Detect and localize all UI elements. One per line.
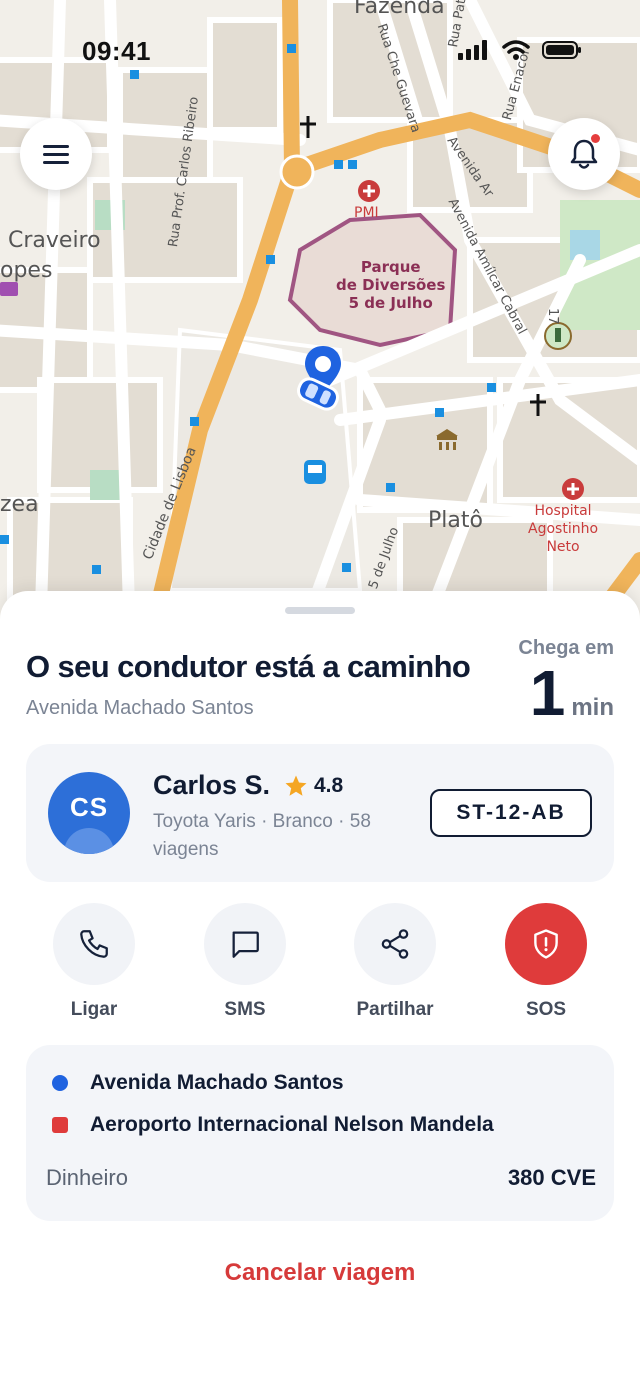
map-label-lopes: opes — [0, 258, 53, 283]
map-label-17: 17 — [545, 308, 560, 325]
avatar-silhouette — [64, 828, 114, 854]
driver-actions: Ligar SMS Partilhar SOS — [0, 903, 640, 1023]
destination-address: Aeroporto Internacional Nelson Mandela — [90, 1113, 494, 1136]
call-button-circle[interactable] — [53, 903, 135, 985]
vehicle-info: Toyota Yaris · Branco · 58 viagens — [153, 811, 371, 860]
payment-method: Dinheiro — [46, 1165, 128, 1190]
cancel-trip-button[interactable]: Cancelar viagem — [0, 1259, 640, 1287]
call-button[interactable]: Ligar — [34, 903, 154, 1021]
phone-icon — [80, 930, 108, 958]
sos-label: SOS — [525, 999, 567, 1020]
map-label-hospital: Hospital Agostinho Neto — [528, 503, 599, 555]
trip-status-title: O seu condutor está a caminho — [26, 649, 471, 684]
pickup-street: Avenida Machado Santos — [26, 697, 254, 719]
sms-button[interactable]: SMS — [185, 903, 305, 1021]
driver-rating: 4.8 — [284, 774, 343, 798]
driver-name: Carlos S. — [153, 770, 271, 800]
menu-button[interactable] — [20, 118, 92, 190]
shield-alert-icon — [534, 929, 558, 959]
share-button[interactable]: Partilhar — [335, 903, 455, 1021]
rating-value: 4.8 — [314, 774, 344, 797]
eta-unit: min — [571, 694, 614, 721]
star-icon — [285, 775, 307, 796]
license-plate: ST-12-AB — [430, 789, 592, 837]
status-bar: 09:41 — [0, 0, 640, 100]
origin-dot-icon — [52, 1075, 68, 1091]
eta-value: 1 — [529, 657, 566, 729]
origin-address: Avenida Machado Santos — [90, 1071, 344, 1094]
trip-price: 380 CVE — [507, 1165, 596, 1190]
sms-label: SMS — [224, 999, 266, 1020]
driver-car-icon — [297, 377, 339, 411]
destination-stop: Aeroporto Internacional Nelson Mandela — [52, 1113, 494, 1137]
notification-dot — [591, 134, 600, 143]
wifi-icon — [502, 40, 530, 60]
map-label-plato: Platô — [428, 508, 483, 533]
map-label-zea: zea — [0, 492, 39, 517]
share-button-circle[interactable] — [354, 903, 436, 985]
sms-button-circle[interactable] — [204, 903, 286, 985]
map-label-craveiro: Craveiro — [8, 228, 101, 253]
sos-button-circle[interactable] — [505, 903, 587, 985]
sos-button[interactable]: SOS — [486, 903, 606, 1021]
driver-card[interactable]: CS Carlos S. 4.8 Toyota Yaris · Branco ·… — [26, 744, 614, 882]
signal-icon — [458, 40, 487, 60]
message-icon — [232, 931, 259, 958]
status-time: 09:41 — [82, 36, 151, 66]
share-label: Partilhar — [356, 999, 434, 1020]
eta: 1 min — [530, 661, 614, 725]
destination-square-icon — [52, 1117, 68, 1133]
origin-stop: Avenida Machado Santos — [52, 1071, 344, 1095]
notifications-button[interactable] — [548, 118, 620, 190]
trip-bottom-sheet: O seu condutor está a caminho Avenida Ma… — [0, 591, 640, 1391]
menu-icon — [43, 145, 69, 164]
status-icons — [458, 40, 582, 60]
map-label-parque: Parque de Diversões 5 de Julho — [336, 258, 446, 312]
share-icon — [381, 929, 409, 959]
route-card: Avenida Machado Santos Aeroporto Interna… — [26, 1045, 614, 1221]
avatar: CS — [48, 772, 130, 854]
call-label: Ligar — [70, 999, 118, 1020]
avatar-initials: CS — [69, 792, 109, 822]
sheet-drag-handle[interactable] — [285, 607, 355, 614]
battery-icon — [542, 41, 581, 59]
map-label-pmi: PMI — [354, 205, 379, 221]
